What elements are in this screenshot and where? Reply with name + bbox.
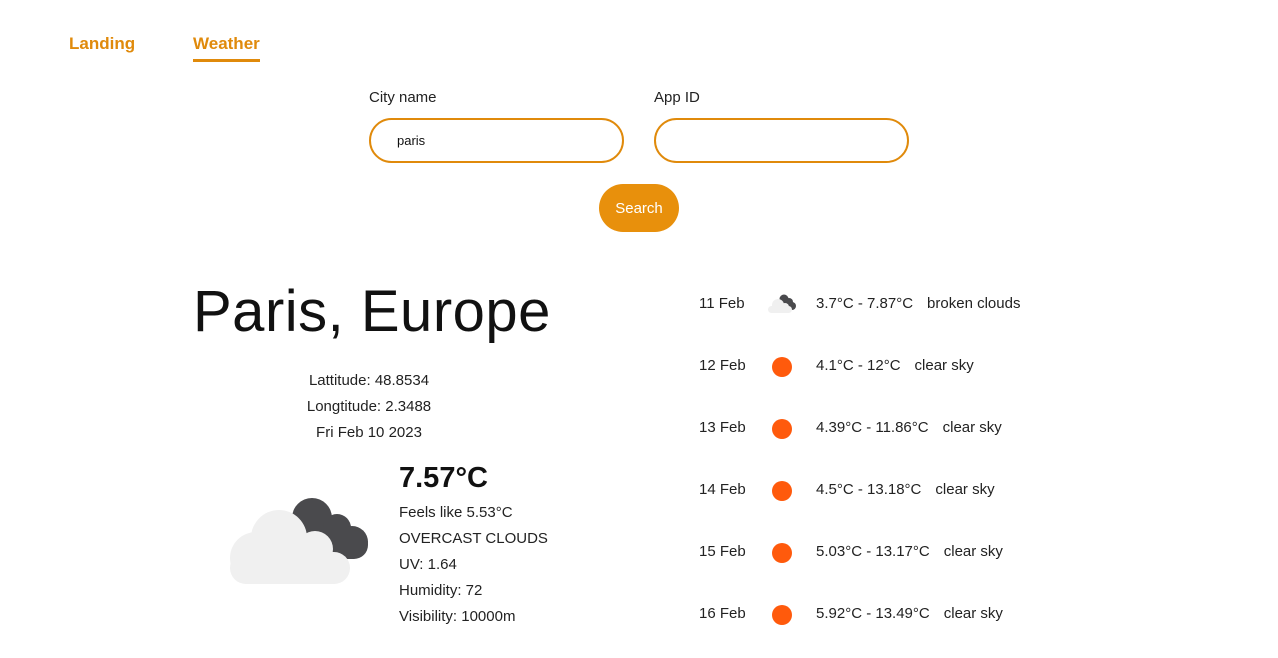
forecast-date: 11 Feb — [699, 295, 745, 312]
forecast-temperature: 3.7°C - 7.87°C broken clouds — [816, 295, 1020, 312]
forecast-temperature: 4.1°C - 12°C clear sky — [816, 357, 974, 374]
city-name-label: City name — [369, 89, 437, 106]
forecast-date: 16 Feb — [699, 605, 746, 622]
humidity-text: Humidity: 72 — [399, 582, 483, 599]
longitude-text: Longtitude: 2.3488 — [306, 398, 432, 415]
forecast-description: clear sky — [943, 605, 1003, 622]
latitude-text: Lattitude: 48.8534 — [308, 372, 430, 389]
sun-icon — [769, 354, 795, 380]
forecast-date: 15 Feb — [699, 543, 746, 560]
forecast-temp-range: 4.1°C - 12°C — [816, 357, 901, 374]
forecast-description: clear sky — [943, 543, 1003, 560]
sun-disc — [772, 605, 792, 625]
nav-link-landing[interactable]: Landing — [69, 34, 135, 59]
sun-icon — [769, 602, 795, 628]
search-button[interactable]: Search — [599, 184, 679, 232]
forecast-description: clear sky — [914, 357, 974, 374]
forecast-temperature: 5.03°C - 13.17°C clear sky — [816, 543, 1003, 560]
forecast-temp-range: 5.92°C - 13.49°C — [816, 605, 930, 622]
forecast-description: broken clouds — [927, 295, 1021, 312]
forecast-temp-range: 5.03°C - 13.17°C — [816, 543, 930, 560]
sun-disc — [772, 543, 792, 563]
current-temperature: 7.57°C — [399, 462, 488, 494]
forecast-temp-range: 4.5°C - 13.18°C — [816, 481, 922, 498]
overcast-clouds-icon — [228, 494, 373, 591]
app-id-label: App ID — [654, 89, 700, 106]
sun-disc — [772, 481, 792, 501]
weather-description: OVERCAST CLOUDS — [399, 530, 548, 547]
current-date-text: Fri Feb 10 2023 — [316, 424, 422, 441]
forecast-description: clear sky — [942, 419, 1002, 436]
feels-like-text: Feels like 5.53°C — [399, 504, 513, 521]
city-title: Paris, Europe — [193, 279, 551, 344]
nav-link-weather[interactable]: Weather — [193, 34, 260, 62]
current-weather: 7.57°C Feels like 5.53°C OVERCAST CLOUDS… — [399, 458, 548, 630]
location-details: Lattitude: 48.8534 Longtitude: 2.3488 Fr… — [269, 368, 469, 446]
sun-disc — [772, 419, 792, 439]
top-nav: Landing Weather — [0, 0, 1278, 70]
broken-clouds-icon — [768, 292, 796, 318]
sun-disc — [772, 357, 792, 377]
forecast-description: clear sky — [935, 481, 995, 498]
forecast-temp-range: 3.7°C - 7.87°C — [816, 295, 914, 312]
forecast-temperature: 5.92°C - 13.49°C clear sky — [816, 605, 1003, 622]
city-name-input[interactable] — [369, 118, 624, 163]
sun-icon — [769, 540, 795, 566]
uv-index-text: UV: 1.64 — [399, 556, 457, 573]
forecast-temperature: 4.39°C - 11.86°C clear sky — [816, 419, 1002, 436]
sun-icon — [769, 416, 795, 442]
sun-icon — [769, 478, 795, 504]
forecast-temp-range: 4.39°C - 11.86°C — [816, 419, 929, 436]
forecast-date: 13 Feb — [699, 419, 746, 436]
forecast-date: 14 Feb — [699, 481, 746, 498]
app-id-input[interactable] — [654, 118, 909, 163]
visibility-text: Visibility: 10000m — [399, 608, 516, 625]
forecast-date: 12 Feb — [699, 357, 746, 374]
forecast-temperature: 4.5°C - 13.18°C clear sky — [816, 481, 995, 498]
